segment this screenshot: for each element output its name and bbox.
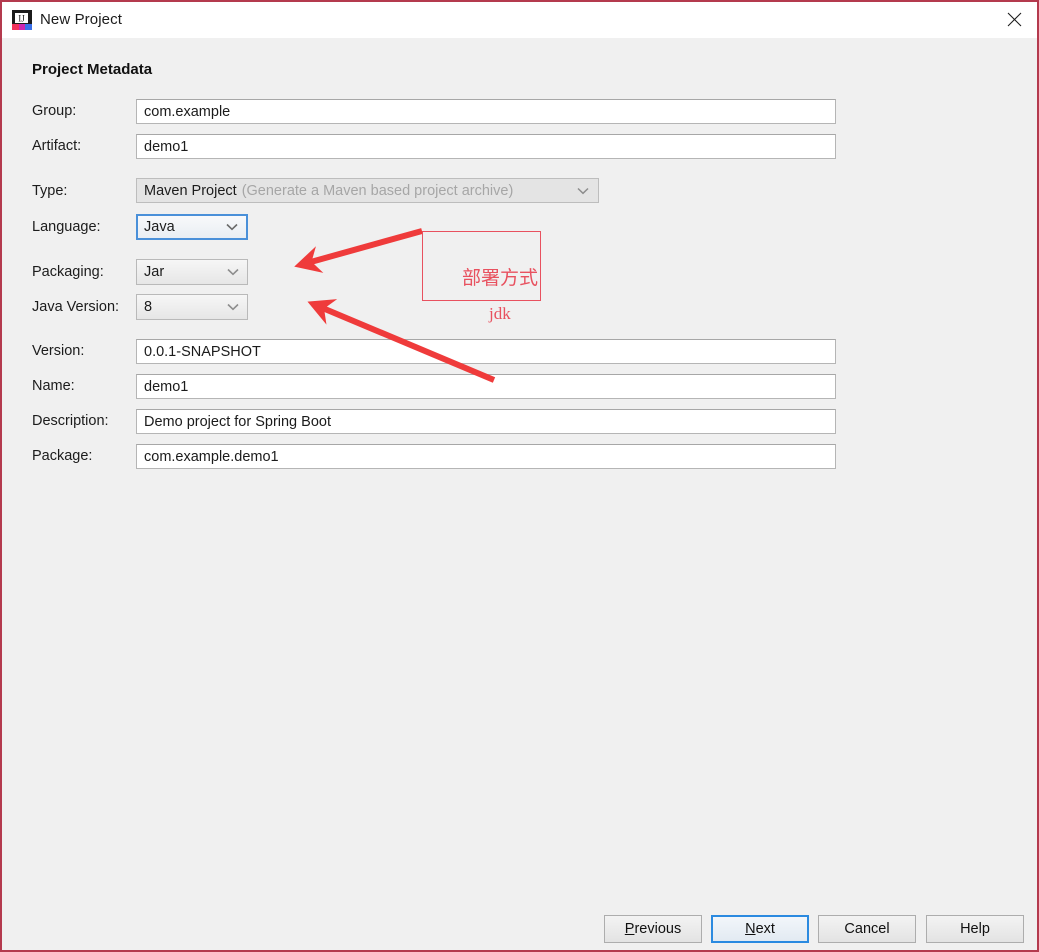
packaging-combo[interactable]: Jar — [136, 259, 248, 285]
label-name: Name: — [32, 378, 75, 394]
help-button-label: Help — [960, 921, 990, 937]
help-button[interactable]: Help — [926, 915, 1024, 943]
group-input[interactable] — [136, 99, 836, 124]
chevron-down-icon — [577, 182, 589, 200]
dialog-content: Project Metadata Group: Artifact: Type: … — [2, 38, 1037, 950]
chevron-down-icon — [226, 218, 238, 236]
type-combo-value: Maven Project — [144, 182, 237, 199]
label-java-version: Java Version: — [32, 299, 120, 315]
java-version-combo[interactable]: 8 — [136, 294, 248, 320]
label-language: Language: — [32, 219, 101, 235]
packaging-combo-value: Jar — [144, 264, 165, 280]
label-package: Package: — [32, 448, 93, 464]
close-icon[interactable] — [991, 2, 1037, 37]
annotation-box: 部署方式 — [422, 231, 541, 301]
version-input[interactable] — [136, 339, 836, 364]
svg-text:IJ: IJ — [18, 14, 25, 24]
next-button[interactable]: Next — [711, 915, 809, 943]
annotation-box-text: 部署方式 — [461, 267, 538, 289]
previous-button[interactable]: Previous — [604, 915, 702, 943]
annotation-caption: jdk — [489, 304, 511, 323]
label-version: Version: — [32, 343, 85, 359]
arrow-to-packaging — [294, 228, 423, 273]
label-group: Group: — [32, 103, 77, 119]
chevron-down-icon — [227, 298, 239, 316]
label-packaging: Packaging: — [32, 264, 104, 280]
cancel-button[interactable]: Cancel — [818, 915, 916, 943]
page-title: Project Metadata — [32, 61, 153, 78]
annotation-overlay: 部署方式 jdk — [2, 38, 1037, 950]
chevron-down-icon — [227, 263, 239, 281]
language-combo[interactable]: Java — [136, 214, 248, 240]
annotation-arrows — [294, 228, 496, 383]
previous-button-label: Previous — [624, 921, 682, 937]
package-input[interactable] — [136, 444, 836, 469]
cancel-button-label: Cancel — [844, 921, 890, 937]
label-artifact: Artifact: — [32, 138, 82, 154]
java-version-combo-value: 8 — [144, 299, 153, 315]
type-combo[interactable]: Maven Project (Generate a Maven based pr… — [136, 178, 599, 203]
label-type: Type: — [32, 183, 68, 199]
label-description: Description: — [32, 413, 109, 429]
intellij-idea-icon: IJ — [12, 10, 32, 30]
new-project-dialog: IJ New Project Project Metadata Group: A… — [0, 0, 1039, 952]
type-combo-hint: (Generate a Maven based project archive) — [241, 182, 514, 199]
window-title: New Project — [40, 11, 122, 28]
language-combo-value: Java — [144, 219, 175, 235]
artifact-input[interactable] — [136, 134, 836, 159]
description-input[interactable] — [136, 409, 836, 434]
next-button-label: Next — [745, 921, 775, 937]
title-bar: IJ New Project — [2, 2, 1037, 39]
name-input[interactable] — [136, 374, 836, 399]
